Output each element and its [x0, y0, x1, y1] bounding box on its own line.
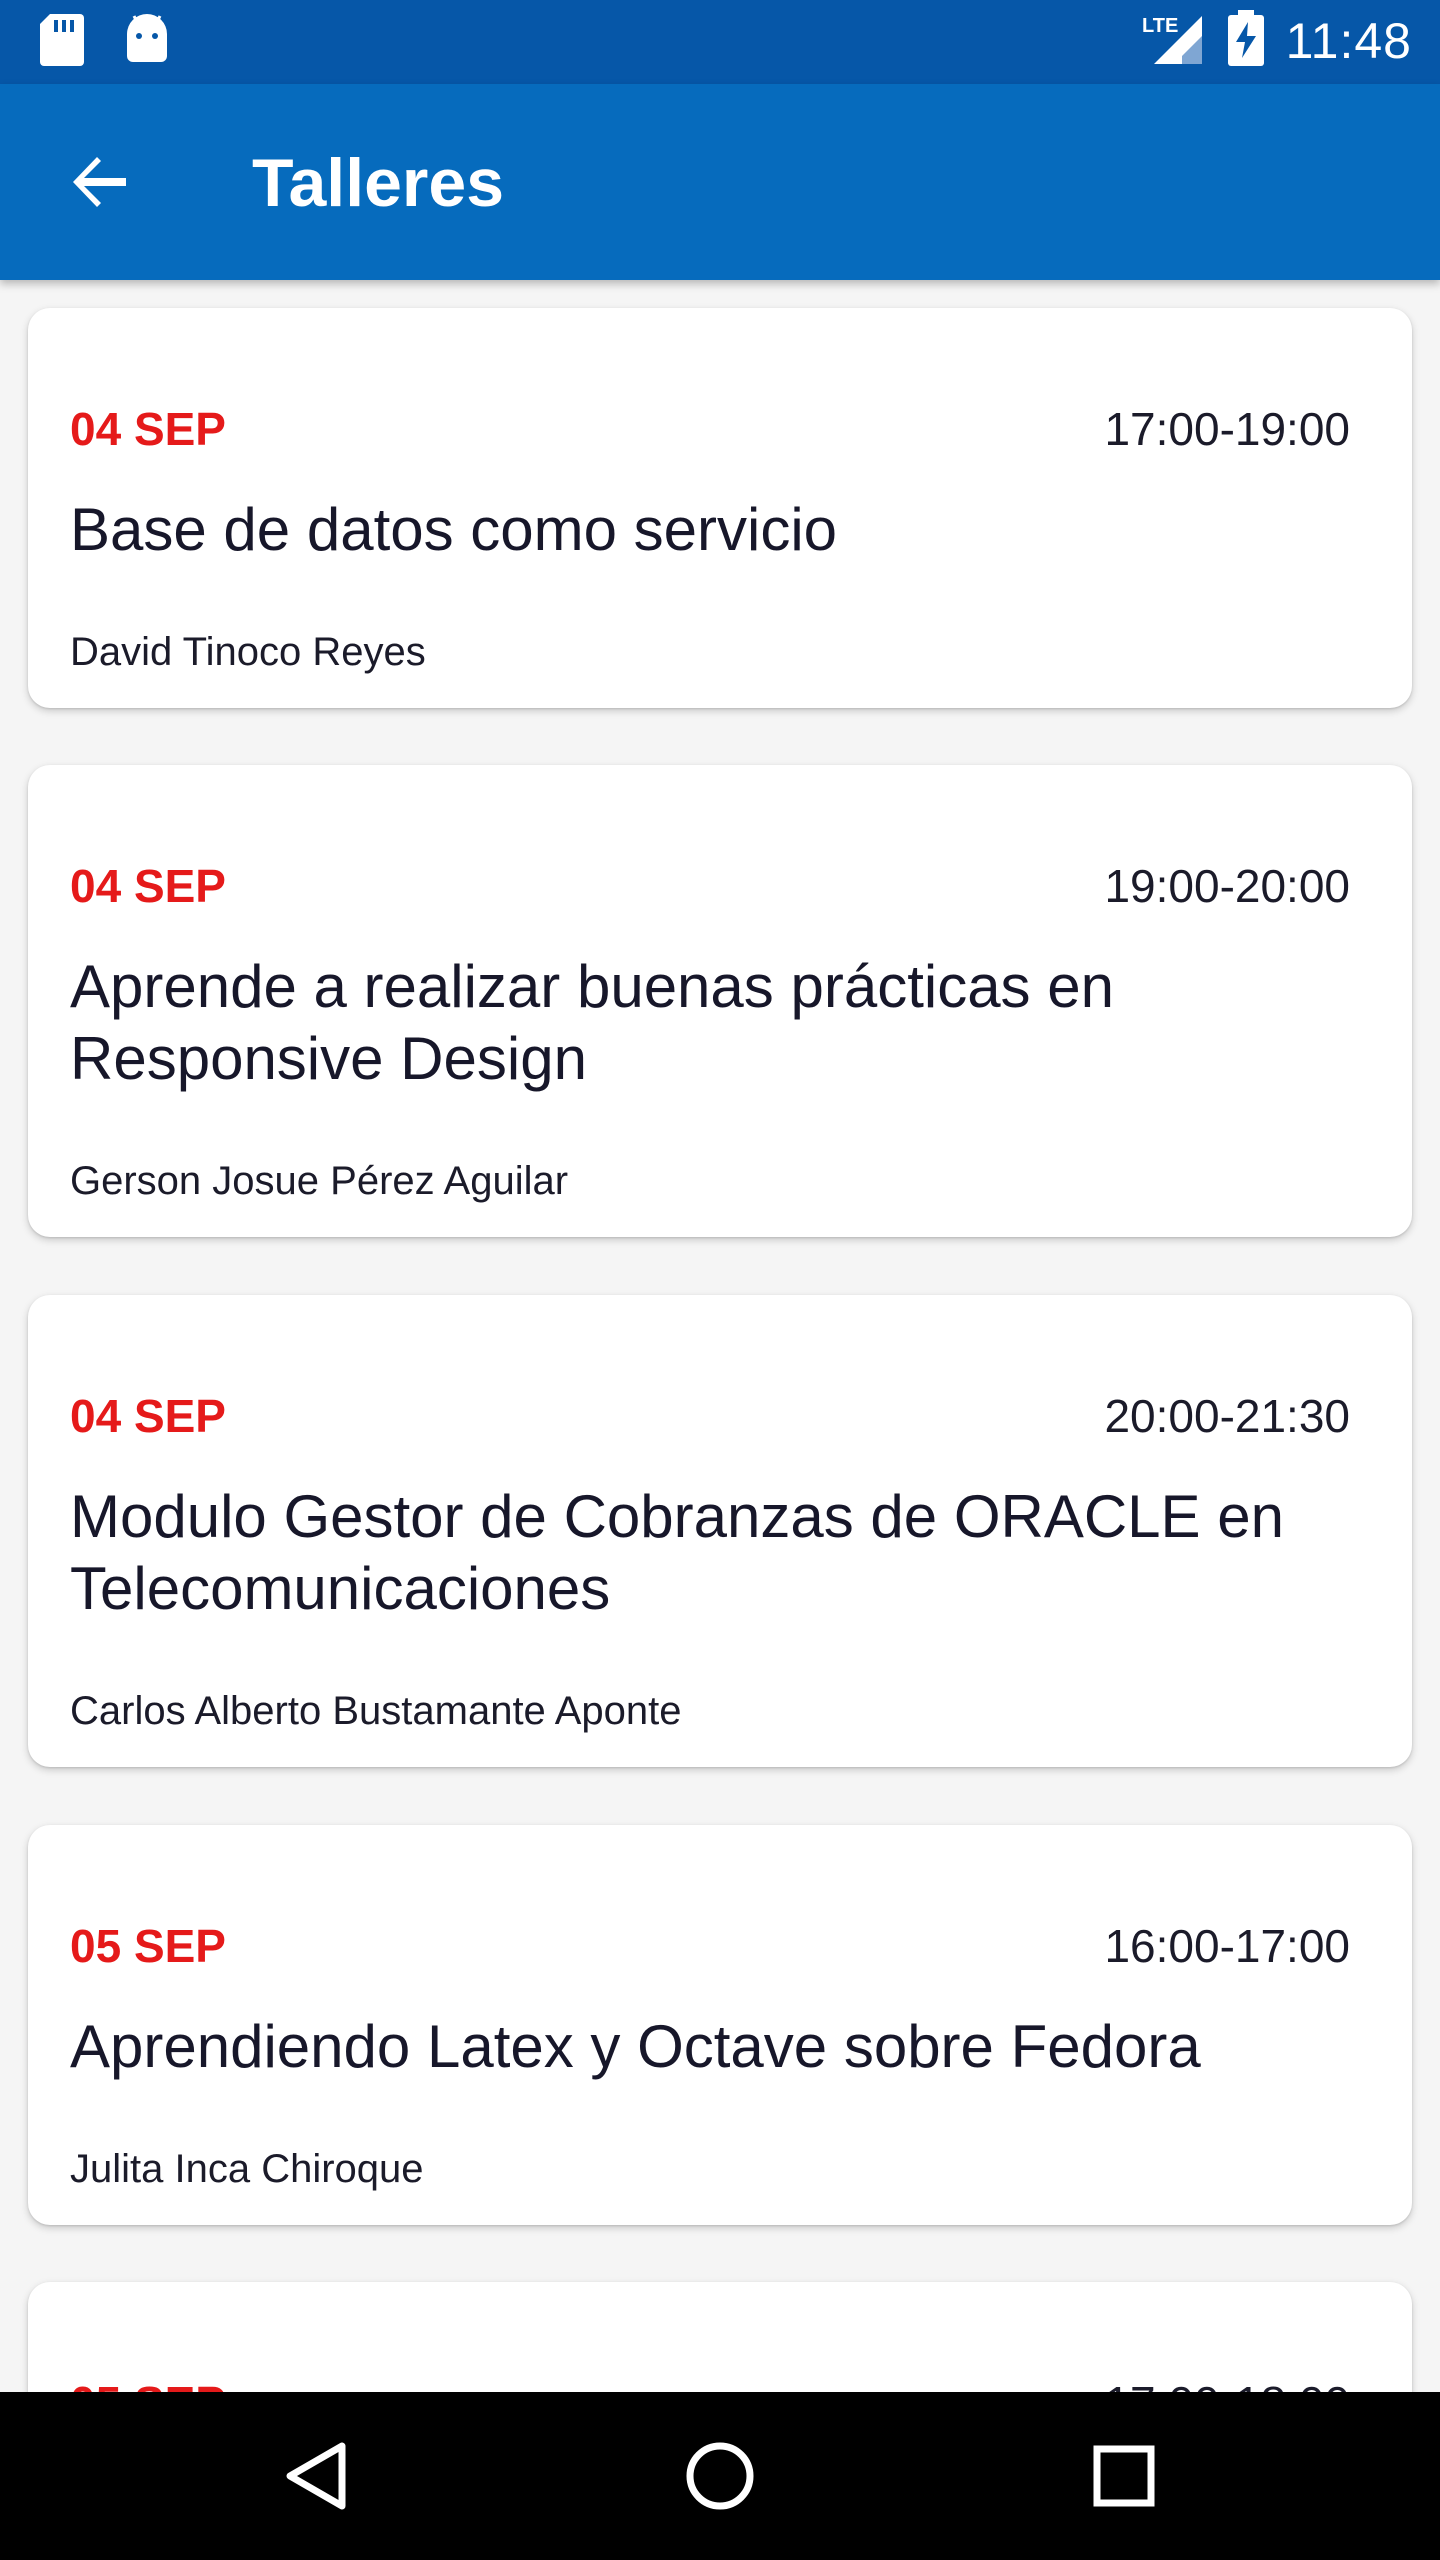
- workshop-speaker: David Tinoco Reyes: [70, 630, 426, 674]
- status-bar: LTE 11:48: [0, 0, 1440, 84]
- sd-card-icon: [40, 14, 84, 71]
- workshop-speaker: Gerson Josue Pérez Aguilar: [70, 1159, 569, 1203]
- battery-charging-icon: [1227, 10, 1264, 71]
- navigation-bar: [0, 2392, 1440, 2560]
- workshop-speaker: Carlos Alberto Bustamante Aponte: [70, 1689, 682, 1733]
- workshop-card[interactable]: 05 SEP 17:00-18:00: [28, 2282, 1412, 2392]
- page-title: Talleres: [252, 145, 505, 221]
- app-bar: Talleres: [0, 84, 1440, 280]
- workshop-date: 04 SEP: [70, 1390, 226, 1442]
- nav-back-button[interactable]: [266, 2426, 366, 2526]
- nav-home-button[interactable]: [670, 2426, 770, 2526]
- workshop-date: 04 SEP: [70, 403, 226, 455]
- workshop-time: 17:00-18:00: [1104, 2376, 1350, 2392]
- workshop-title: Modulo Gestor de Cobranzas de ORACLE en …: [70, 1483, 1284, 1622]
- workshop-time: 16:00-17:00: [1104, 1920, 1350, 1972]
- workshop-card[interactable]: 04 SEP 19:00-20:00 Aprende a realizar bu…: [28, 765, 1412, 1237]
- lte-signal-icon: LTE: [1142, 10, 1206, 71]
- workshop-time: 19:00-20:00: [1104, 860, 1350, 912]
- workshop-date: 05 SEP: [70, 1920, 226, 1972]
- back-button[interactable]: [60, 142, 140, 222]
- workshop-card[interactable]: 04 SEP 20:00-21:30 Modulo Gestor de Cobr…: [28, 1295, 1412, 1767]
- workshop-title: Aprende a realizar buenas prácticas en R…: [70, 953, 1114, 1092]
- workshop-list[interactable]: 04 SEP 17:00-19:00 Base de datos como se…: [0, 280, 1440, 2392]
- workshop-title: Base de datos como servicio: [70, 496, 838, 563]
- workshop-time: 20:00-21:30: [1104, 1390, 1350, 1442]
- android-icon: [124, 14, 170, 71]
- workshop-title: Aprendiendo Latex y Octave sobre Fedora: [70, 2013, 1201, 2080]
- workshop-card[interactable]: 05 SEP 16:00-17:00 Aprendiendo Latex y O…: [28, 1825, 1412, 2225]
- nav-recents-icon: [1093, 2445, 1155, 2507]
- arrow-back-icon: [73, 157, 126, 207]
- status-time: 11:48: [1285, 12, 1412, 69]
- nav-home-icon: [686, 2442, 754, 2510]
- workshop-date: 05 SEP: [70, 2376, 226, 2392]
- workshop-card[interactable]: 04 SEP 17:00-19:00 Base de datos como se…: [28, 308, 1412, 708]
- workshop-date: 04 SEP: [70, 860, 226, 912]
- nav-back-icon: [286, 2442, 346, 2510]
- workshop-speaker: Julita Inca Chiroque: [70, 2147, 424, 2191]
- svg-text:LTE: LTE: [1142, 15, 1178, 37]
- nav-recents-button[interactable]: [1074, 2426, 1174, 2526]
- workshop-time: 17:00-19:00: [1104, 403, 1350, 455]
